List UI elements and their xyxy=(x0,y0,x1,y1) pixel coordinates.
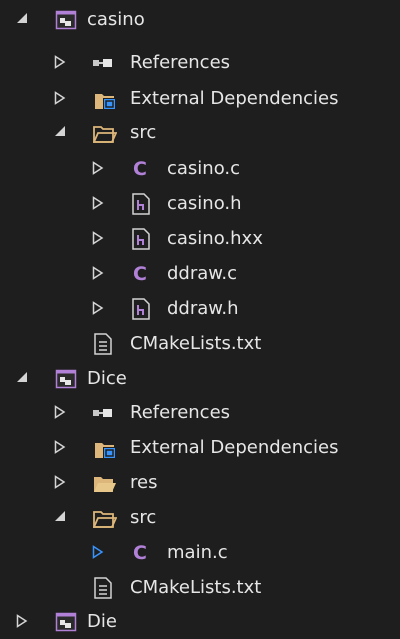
c-source-file-icon: C xyxy=(133,263,147,285)
tree-node-cmakelists[interactable]: CMakeLists.txt xyxy=(0,326,400,361)
references-label: References xyxy=(130,402,231,423)
file-label: casino.hxx xyxy=(167,228,263,249)
project-label: casino xyxy=(87,9,145,30)
expanded-triangle-icon[interactable] xyxy=(16,2,30,37)
external-dependencies-label: External Dependencies xyxy=(130,88,339,109)
tree-node-cmakelists[interactable]: CMakeLists.txt xyxy=(0,570,400,605)
tree-node-file[interactable]: casino.hxx xyxy=(0,221,400,256)
src-folder-label: src xyxy=(130,122,157,143)
tree-node-src[interactable]: src xyxy=(0,115,400,150)
tree-node-file[interactable]: casino.h xyxy=(0,186,400,221)
tree-node-file[interactable]: ddraw.h xyxy=(0,291,400,326)
references-label: References xyxy=(130,52,231,73)
c-source-file-icon: C xyxy=(133,542,147,564)
text-file-icon xyxy=(94,577,116,599)
collapsed-triangle-icon[interactable] xyxy=(54,81,68,116)
collapsed-triangle-icon[interactable] xyxy=(54,45,68,80)
cmakelists-label: CMakeLists.txt xyxy=(130,577,262,598)
expanded-triangle-icon[interactable] xyxy=(54,115,68,150)
project-icon xyxy=(55,368,77,390)
collapsed-triangle-icon[interactable] xyxy=(92,256,106,291)
filter-folder-icon xyxy=(93,122,117,144)
tree-node-file[interactable]: C main.c xyxy=(0,535,400,570)
expanded-triangle-icon[interactable] xyxy=(54,500,68,535)
references-icon xyxy=(92,52,114,74)
filter-folder-icon xyxy=(93,507,117,529)
collapsed-triangle-icon[interactable] xyxy=(54,395,68,430)
file-label: ddraw.h xyxy=(167,298,239,319)
tree-node-casino[interactable]: casino xyxy=(0,2,400,37)
tree-node-die[interactable]: Die xyxy=(0,604,400,639)
external-dependencies-icon xyxy=(94,437,116,459)
project-icon xyxy=(55,611,77,633)
collapsed-triangle-icon[interactable] xyxy=(92,151,106,186)
collapsed-triangle-icon[interactable] xyxy=(54,465,68,500)
file-label: ddraw.c xyxy=(167,263,237,284)
expanded-triangle-icon[interactable] xyxy=(16,361,30,396)
header-file-icon xyxy=(132,193,154,215)
collapsed-triangle-icon[interactable] xyxy=(16,604,30,639)
collapsed-triangle-icon[interactable] xyxy=(92,221,106,256)
tree-node-src[interactable]: src xyxy=(0,500,400,535)
header-file-icon xyxy=(132,298,154,320)
collapsed-triangle-icon[interactable] xyxy=(92,186,106,221)
external-dependencies-label: External Dependencies xyxy=(130,437,339,458)
cmakelists-label: CMakeLists.txt xyxy=(130,333,262,354)
collapsed-triangle-icon[interactable] xyxy=(92,535,106,570)
src-folder-label: src xyxy=(130,507,157,528)
references-icon xyxy=(92,402,114,424)
external-dependencies-icon xyxy=(94,88,116,110)
solution-explorer-tree: casino References External Dependencies … xyxy=(0,0,400,638)
text-file-icon xyxy=(94,333,116,355)
c-source-file-icon: C xyxy=(133,158,147,180)
tree-node-dice[interactable]: Dice xyxy=(0,361,400,396)
res-folder-label: res xyxy=(130,472,158,493)
tree-node-res[interactable]: res xyxy=(0,465,400,500)
project-label: Dice xyxy=(87,368,127,389)
filter-folder-icon xyxy=(93,472,116,494)
collapsed-triangle-icon[interactable] xyxy=(54,430,68,465)
project-label: Die xyxy=(87,611,117,632)
tree-node-references[interactable]: References xyxy=(0,395,400,430)
tree-node-external-dependencies[interactable]: External Dependencies xyxy=(0,430,400,465)
collapsed-triangle-icon[interactable] xyxy=(92,291,106,326)
file-label: casino.c xyxy=(167,158,241,179)
tree-node-file[interactable]: C ddraw.c xyxy=(0,256,400,291)
header-file-icon xyxy=(132,228,154,250)
tree-node-references[interactable]: References xyxy=(0,45,400,80)
tree-node-file[interactable]: C casino.c xyxy=(0,151,400,186)
file-label: main.c xyxy=(167,542,228,563)
file-label: casino.h xyxy=(167,193,242,214)
project-icon xyxy=(55,9,77,31)
tree-node-external-dependencies[interactable]: External Dependencies xyxy=(0,81,400,116)
